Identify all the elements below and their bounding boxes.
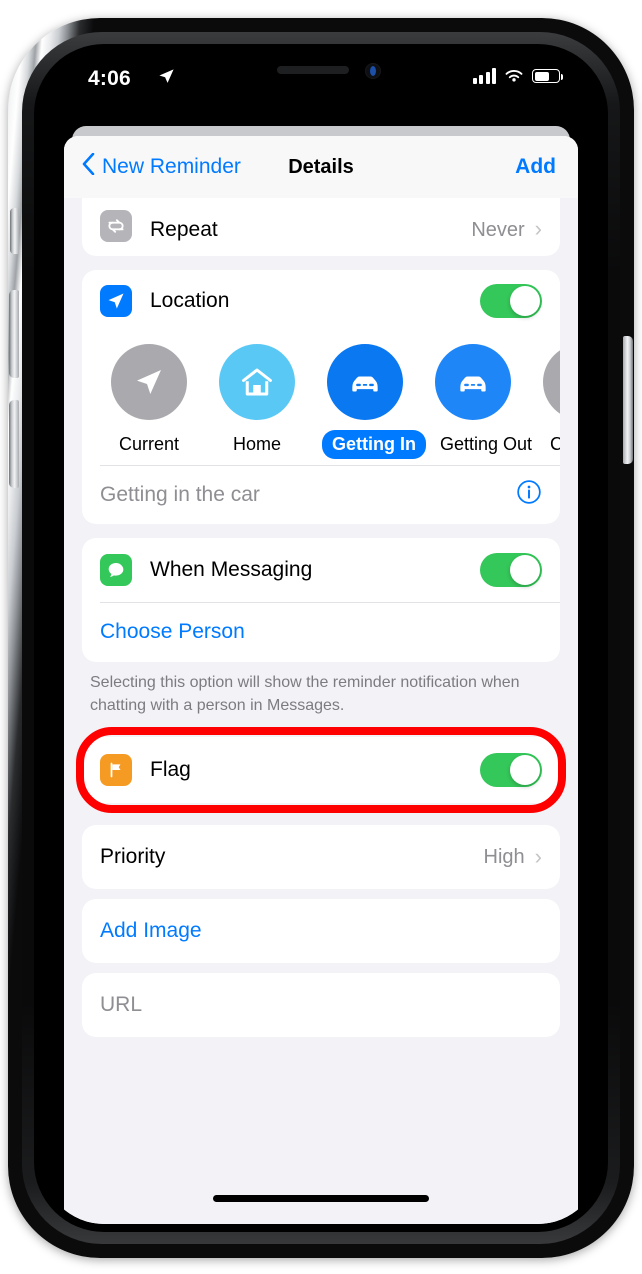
status-indicators bbox=[472, 68, 563, 84]
repeat-row[interactable]: Repeat Never › bbox=[82, 198, 560, 256]
location-name-value: Getting in the car bbox=[100, 482, 260, 506]
location-chip-label: Home bbox=[232, 434, 281, 454]
flag-label: Flag bbox=[150, 758, 191, 782]
location-arrow-icon bbox=[100, 285, 132, 317]
priority-label: Priority bbox=[100, 845, 166, 869]
location-row: Location bbox=[82, 270, 560, 332]
location-chip-label: Custom bbox=[549, 434, 560, 454]
messaging-footnote: Selecting this option will show the remi… bbox=[90, 674, 520, 715]
repeat-icon bbox=[100, 210, 132, 242]
location-card: Location Current Home Getting In Getting… bbox=[82, 270, 560, 524]
choose-person-row[interactable]: Choose Person bbox=[82, 602, 560, 662]
location-chip-label: Current bbox=[118, 434, 180, 454]
volume-down-button[interactable] bbox=[9, 400, 19, 488]
phone-screen: 4:06 New Reminder Details Add Repeat Nev… bbox=[42, 52, 600, 1224]
cellular-signal-icon bbox=[472, 68, 496, 84]
location-chip-getting-out[interactable]: Getting Out bbox=[430, 344, 532, 459]
navigation-arrow-icon bbox=[111, 344, 187, 420]
details-content: Repeat Never › Location Current Home Get… bbox=[64, 198, 578, 1224]
location-label: Location bbox=[150, 289, 230, 312]
earpiece-speaker bbox=[277, 66, 349, 74]
house-icon bbox=[219, 344, 295, 420]
add-image-label: Add Image bbox=[100, 919, 202, 943]
flag-highlight-container: Flag bbox=[76, 727, 566, 814]
add-button[interactable]: Add bbox=[515, 155, 556, 179]
notch bbox=[215, 52, 427, 84]
camera-lens bbox=[370, 66, 376, 76]
when-messaging-row: When Messaging bbox=[82, 538, 560, 602]
mute-switch-button[interactable] bbox=[10, 208, 19, 254]
location-chip-label: Getting Out bbox=[440, 434, 533, 454]
flag-icon bbox=[100, 754, 132, 787]
page-title: Details bbox=[288, 155, 354, 178]
flag-toggle[interactable] bbox=[480, 753, 542, 788]
location-chip-label: Getting In bbox=[322, 430, 426, 459]
location-chip-getting-in[interactable]: Getting In bbox=[322, 344, 426, 459]
repeat-label: Repeat bbox=[150, 218, 218, 241]
front-camera-icon bbox=[365, 63, 381, 79]
car-icon bbox=[327, 344, 403, 420]
location-chip-current[interactable]: Current bbox=[106, 344, 192, 459]
priority-value: High bbox=[483, 845, 525, 868]
location-arrow-icon bbox=[158, 68, 175, 90]
url-input[interactable]: URL bbox=[82, 973, 560, 1037]
battery-icon bbox=[532, 69, 563, 83]
home-indicator[interactable] bbox=[213, 1195, 429, 1202]
info-circle-icon[interactable] bbox=[516, 479, 542, 510]
wifi-icon bbox=[505, 69, 523, 82]
add-image-row[interactable]: Add Image bbox=[82, 899, 560, 963]
location-chips-carousel[interactable]: Current Home Getting In Getting Out C bbox=[82, 332, 560, 465]
chevron-right-icon: › bbox=[534, 216, 542, 241]
location-chip-home[interactable]: Home bbox=[214, 344, 300, 459]
priority-row[interactable]: Priority High › bbox=[82, 825, 560, 889]
navigation-bar: New Reminder Details Add bbox=[64, 136, 578, 199]
priority-card: Priority High › bbox=[82, 825, 560, 890]
when-messaging-label: When Messaging bbox=[150, 557, 313, 581]
volume-up-button[interactable] bbox=[9, 290, 19, 378]
ellipsis-icon bbox=[543, 344, 560, 420]
power-button[interactable] bbox=[623, 336, 633, 464]
location-chip-custom[interactable]: Custom bbox=[538, 344, 560, 459]
location-toggle[interactable] bbox=[480, 284, 542, 318]
phone-frame: 4:06 New Reminder Details Add Repeat Nev… bbox=[8, 18, 634, 1258]
chevron-right-icon: › bbox=[534, 844, 542, 870]
location-name-input[interactable]: Getting in the car bbox=[82, 466, 560, 524]
when-messaging-toggle[interactable] bbox=[480, 552, 542, 587]
add-image-card: Add Image bbox=[82, 899, 560, 964]
url-card: URL bbox=[82, 973, 560, 1038]
messaging-card: When Messaging Choose Person bbox=[82, 537, 560, 662]
choose-person-label: Choose Person bbox=[100, 620, 245, 643]
status-time: 4:06 bbox=[88, 67, 131, 90]
flag-card: Flag bbox=[82, 737, 560, 804]
repeat-card: Repeat Never › bbox=[82, 198, 560, 256]
car-icon bbox=[435, 344, 511, 420]
messages-bubble-icon bbox=[100, 553, 132, 586]
repeat-value: Never bbox=[471, 219, 525, 241]
details-sheet: New Reminder Details Add Repeat Never › … bbox=[64, 136, 578, 1224]
url-placeholder: URL bbox=[100, 993, 143, 1017]
flag-row[interactable]: Flag bbox=[82, 737, 560, 803]
